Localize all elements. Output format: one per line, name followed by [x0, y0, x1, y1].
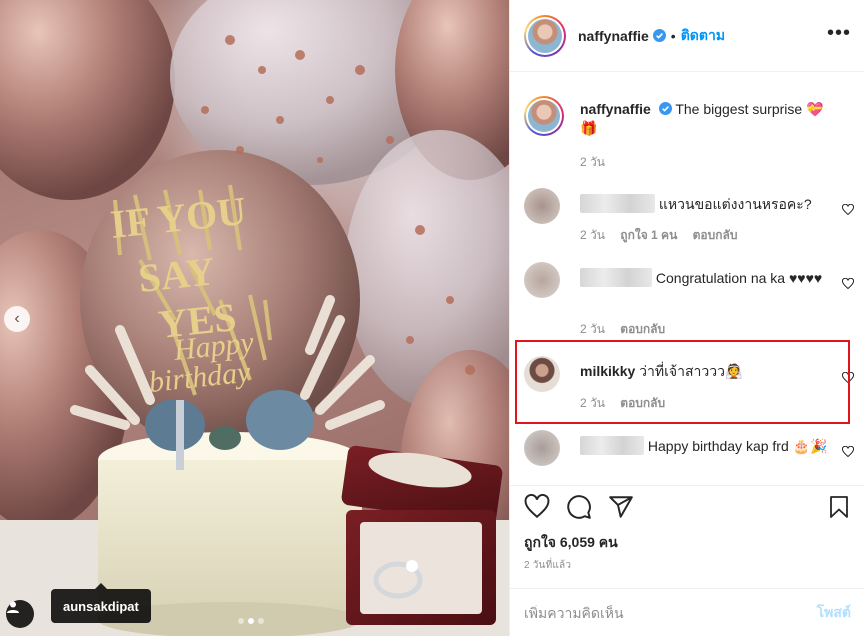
follow-button[interactable]: ติดตาม [681, 25, 725, 47]
comment-like-heart-icon[interactable] [842, 446, 854, 458]
share-paper-plane-icon[interactable] [608, 494, 634, 520]
comment-likes[interactable]: ถูกใจ 1 คน [620, 228, 677, 242]
post-comment-button[interactable]: โพสต์ [817, 602, 851, 624]
verified-badge-icon [652, 29, 666, 42]
comment-text: แหวนขอแต่งงานหรอคะ? [658, 196, 812, 212]
comment-like-heart-icon[interactable] [842, 204, 854, 216]
instagram-post: IF YOU SAY YES Happy birthday ‹ aunsakdi… [0, 0, 864, 636]
comment-like-heart-icon[interactable] [842, 278, 854, 290]
comment-body: Congratulation na ka ♥♥♥♥ [580, 268, 828, 288]
blurred-username [580, 194, 655, 213]
reply-button[interactable]: ตอบกลับ [620, 322, 665, 336]
author-avatar[interactable] [524, 14, 566, 57]
post-header: naffynaffie • ติดตาม ••• [510, 0, 864, 72]
verified-badge-icon [658, 102, 672, 115]
caption-body: naffynaffie The biggest surprise 💝🎁 [580, 100, 828, 138]
carousel-dot [238, 618, 244, 624]
tagged-users-button[interactable] [6, 600, 34, 628]
carousel-dot [258, 618, 264, 624]
cake-photo-illustration: IF YOU SAY YES Happy birthday [0, 0, 509, 636]
carousel-indicator [238, 618, 264, 624]
commenter-avatar[interactable] [524, 430, 560, 466]
separator-dot: • [670, 27, 676, 44]
commenter-avatar[interactable] [524, 188, 560, 224]
post-photo[interactable]: IF YOU SAY YES Happy birthday ‹ aunsakdi… [0, 0, 509, 636]
likes-count[interactable]: ถูกใจ 6,059 คน [524, 532, 618, 554]
bookmark-icon [830, 496, 848, 518]
add-comment-bar: โพสต์ [510, 588, 864, 636]
like-heart-icon[interactable] [524, 494, 550, 520]
author-username[interactable]: naffynaffie [578, 28, 649, 44]
caption-meta: 2 วัน [580, 153, 617, 172]
reply-button[interactable]: ตอบกลับ [693, 228, 738, 242]
caption-time: 2 วัน [580, 155, 605, 169]
chevron-left-icon: ‹ [14, 310, 20, 327]
caption-avatar[interactable] [524, 96, 564, 136]
comment-text: Happy birthday kap frd 🎂🎉 [647, 438, 828, 454]
carousel-dot-active [248, 618, 254, 624]
add-comment-input[interactable] [524, 604, 817, 621]
cake-topper-text-2: SAY [136, 248, 217, 301]
save-button[interactable] [827, 494, 851, 520]
blurred-username [580, 436, 644, 455]
comment-icon[interactable] [566, 494, 592, 520]
comment-body: Happy birthday kap frd 🎂🎉 [580, 436, 828, 456]
tagged-user-label[interactable]: aunsakdipat [51, 583, 151, 623]
post-time-ago: 2 วันที่แล้ว [524, 560, 572, 571]
post-actions: ถูกใจ 6,059 คน 2 วันที่แล้ว [510, 485, 864, 571]
comment-meta: 2 วัน ตอบกลับ [580, 320, 677, 339]
highlight-box [515, 340, 850, 424]
post-side-panel: naffynaffie • ติดตาม ••• naffynaffie The… [509, 0, 864, 636]
more-options-icon[interactable]: ••• [827, 22, 851, 45]
commenter-avatar[interactable] [524, 262, 560, 298]
comment-text: Congratulation na ka ♥♥♥♥ [655, 270, 823, 286]
comment-time: 2 วัน [580, 228, 605, 242]
carousel-prev-button[interactable]: ‹ [4, 306, 30, 332]
caption-username[interactable]: naffynaffie [580, 101, 651, 117]
comment-body: แหวนขอแต่งงานหรอคะ? [580, 194, 828, 214]
action-icons [524, 494, 634, 520]
user-icon [7, 601, 19, 613]
comment-meta: 2 วัน ถูกใจ 1 คน ตอบกลับ [580, 226, 750, 245]
blurred-username [580, 268, 652, 287]
comment-time: 2 วัน [580, 322, 605, 336]
